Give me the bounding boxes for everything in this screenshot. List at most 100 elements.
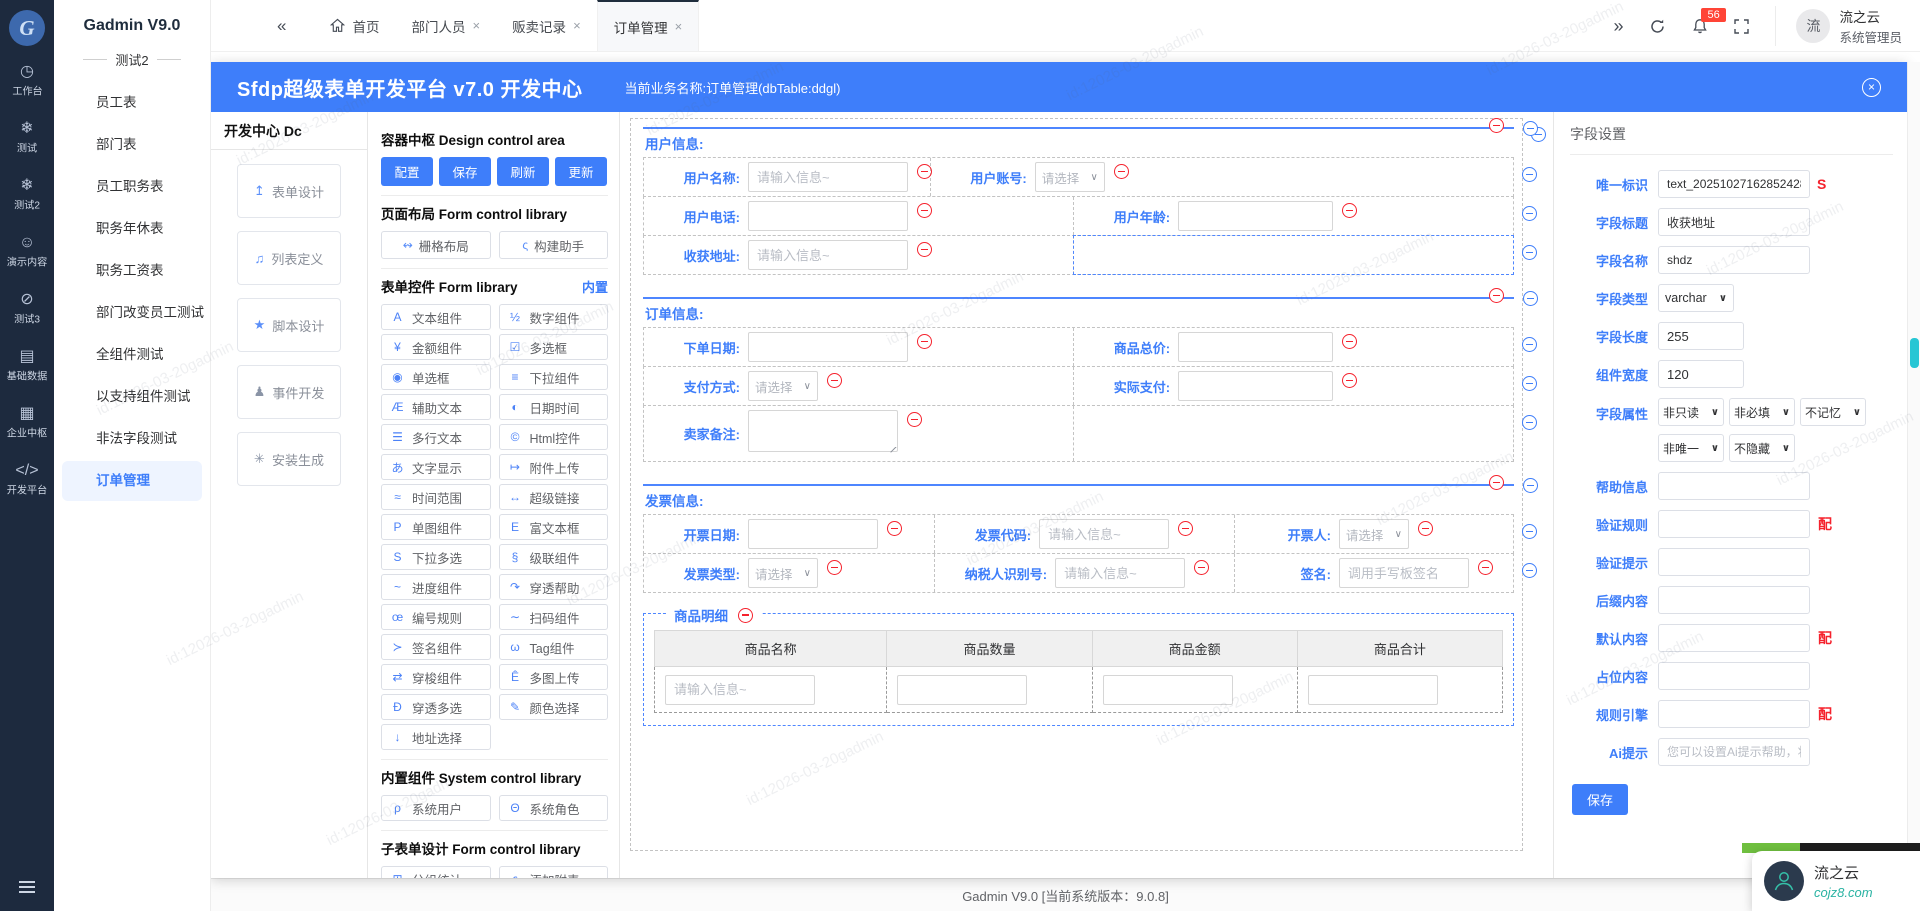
- layout-control-button[interactable]: ↭ 栅格布局: [381, 231, 491, 259]
- library-action-button[interactable]: 配置: [381, 157, 433, 186]
- remove-field-icon[interactable]: [1418, 521, 1433, 536]
- field-invoice-date[interactable]: 开票日期:: [644, 515, 935, 553]
- remove-section-icon[interactable]: [1489, 288, 1504, 303]
- form-control-button[interactable]: S 下拉多选: [381, 544, 491, 570]
- rail-nav-item[interactable]: ◷ 工作台: [5, 64, 49, 99]
- field-input[interactable]: [1039, 519, 1169, 549]
- dev-nav-button[interactable]: ♟ 事件开发: [237, 365, 341, 419]
- remove-field-icon[interactable]: [1342, 334, 1357, 349]
- system-control-button[interactable]: ρ 系统用户: [381, 795, 491, 821]
- field-select[interactable]: 请选择: [1035, 162, 1105, 192]
- field-user-account[interactable]: 用户账号: 请选择: [931, 158, 1513, 196]
- tab-close-icon[interactable]: ×: [573, 18, 581, 33]
- remove-section-icon[interactable]: [1489, 475, 1504, 490]
- sidebar-menu-item[interactable]: 职务工资表: [62, 251, 202, 291]
- collapse-row-icon[interactable]: [1522, 415, 1537, 430]
- sidebar-collapse-icon[interactable]: «: [277, 16, 286, 36]
- form-control-button[interactable]: ½ 数字组件: [499, 304, 609, 330]
- rail-nav-item[interactable]: ❄ 测试: [5, 121, 49, 156]
- notifications-button[interactable]: 56: [1692, 18, 1708, 35]
- field-input[interactable]: [1178, 332, 1333, 362]
- collapse-row-icon[interactable]: [1522, 206, 1537, 221]
- field-select[interactable]: 请选择: [748, 558, 818, 588]
- remove-field-icon[interactable]: [1478, 560, 1493, 575]
- dialog-close-icon[interactable]: ×: [1862, 78, 1881, 97]
- form-control-button[interactable]: ω Tag组件: [499, 634, 609, 660]
- rail-nav-item[interactable]: ⊘ 测试3: [5, 292, 49, 327]
- field-actual-pay[interactable]: 实际支付:: [1074, 367, 1513, 405]
- subform-control-button[interactable]: ⊞ 分组统计: [381, 866, 491, 878]
- panel-extra-input[interactable]: [1658, 738, 1810, 766]
- dev-nav-button[interactable]: ↥ 表单设计: [237, 164, 341, 218]
- detail-cell-input[interactable]: [1308, 675, 1438, 705]
- form-control-button[interactable]: Đ 穿透多选: [381, 694, 491, 720]
- tab-item[interactable]: 部门人员 ×: [395, 0, 496, 51]
- panel-extra-input[interactable]: [1658, 510, 1810, 538]
- field-order-date[interactable]: 下单日期:: [644, 328, 1074, 366]
- field-signature[interactable]: 签名:: [1235, 554, 1513, 592]
- form-control-button[interactable]: ◉ 单选框: [381, 364, 491, 390]
- collapse-row-icon[interactable]: [1522, 337, 1537, 352]
- remove-field-icon[interactable]: [827, 373, 842, 388]
- collapse-row-icon[interactable]: [1522, 563, 1537, 578]
- rail-nav-item[interactable]: ❄ 测试2: [5, 178, 49, 213]
- collapse-row-icon[interactable]: [1522, 245, 1537, 260]
- dev-nav-button[interactable]: ✳ 安装生成: [237, 432, 341, 486]
- refresh-icon[interactable]: [1649, 18, 1666, 35]
- remove-field-icon[interactable]: [917, 164, 932, 179]
- field-input[interactable]: [748, 162, 908, 192]
- form-control-button[interactable]: ☰ 多行文本: [381, 424, 491, 450]
- remove-field-icon[interactable]: [917, 334, 932, 349]
- save-button[interactable]: 保存: [1572, 784, 1628, 815]
- form-control-button[interactable]: ↓ 地址选择: [381, 724, 491, 750]
- remove-section-icon[interactable]: [1489, 118, 1504, 133]
- field-user-name[interactable]: 用户名称:: [644, 158, 931, 196]
- remove-field-icon[interactable]: [1342, 373, 1357, 388]
- form-control-button[interactable]: E 富文本框: [499, 514, 609, 540]
- form-control-button[interactable]: ☑ 多选框: [499, 334, 609, 360]
- sidebar-menu-item[interactable]: 部门表: [62, 125, 202, 165]
- field-attr-select[interactable]: 非只读: [1658, 398, 1724, 426]
- field-taxpayer-id[interactable]: 纳税人识别号:: [935, 554, 1235, 592]
- remove-field-icon[interactable]: [1114, 164, 1129, 179]
- field-total-price[interactable]: 商品总价:: [1074, 328, 1513, 366]
- tab-close-icon[interactable]: ×: [675, 19, 683, 34]
- detail-cell-input[interactable]: [1103, 675, 1233, 705]
- field-type-select[interactable]: varchar: [1658, 284, 1734, 312]
- form-control-button[interactable]: Ê 多图上传: [499, 664, 609, 690]
- form-control-button[interactable]: ~ 进度组件: [381, 574, 491, 600]
- sidebar-menu-item[interactable]: 员工职务表: [62, 167, 202, 207]
- field-input[interactable]: [1055, 558, 1185, 588]
- component-width-input[interactable]: [1658, 360, 1744, 388]
- field-input[interactable]: [748, 332, 908, 362]
- field-user-phone[interactable]: 用户电话:: [644, 197, 1074, 235]
- user-menu[interactable]: 流 流之云 系统管理员: [1775, 6, 1902, 46]
- system-control-button[interactable]: Θ 系统角色: [499, 795, 609, 821]
- library-action-button[interactable]: 刷新: [497, 157, 549, 186]
- panel-extra-input[interactable]: [1658, 662, 1810, 690]
- panel-extra-input[interactable]: [1658, 586, 1810, 614]
- field-attr-select[interactable]: 非唯一: [1658, 434, 1724, 462]
- field-input[interactable]: [748, 201, 908, 231]
- form-control-button[interactable]: ¥ 金额组件: [381, 334, 491, 360]
- detail-cell-input[interactable]: [897, 675, 1027, 705]
- rail-nav-item[interactable]: ▤ 基础数据: [5, 349, 49, 384]
- form-control-button[interactable]: あ 文字显示: [381, 454, 491, 480]
- collapse-row-icon[interactable]: [1522, 376, 1537, 391]
- dev-nav-button[interactable]: ♫ 列表定义: [237, 231, 341, 285]
- collapse-section-icon[interactable]: [1523, 121, 1538, 136]
- dev-nav-button[interactable]: ★ 脚本设计: [237, 298, 341, 352]
- tab-item[interactable]: 贩卖记录 ×: [496, 0, 597, 51]
- collapse-section-icon[interactable]: [1523, 478, 1538, 493]
- field-select[interactable]: 请选择: [1339, 519, 1409, 549]
- field-attr-select[interactable]: 不隐藏: [1729, 434, 1795, 462]
- field-invoice-issuer[interactable]: 开票人: 请选择: [1235, 515, 1513, 553]
- field-input[interactable]: [748, 519, 878, 549]
- scrollbar-thumb[interactable]: [1910, 338, 1919, 368]
- tab-home[interactable]: 首页: [314, 0, 395, 51]
- form-control-button[interactable]: œ 编号规则: [381, 604, 491, 630]
- canvas-zone[interactable]: 用户信息: 用户名称: 用户账号: 请选择: [630, 118, 1523, 851]
- field-attr-select[interactable]: 不记忆: [1800, 398, 1866, 426]
- sidebar-menu-item[interactable]: 非法字段测试: [62, 419, 202, 459]
- sidebar-menu-item[interactable]: 部门改变员工测试: [62, 293, 202, 333]
